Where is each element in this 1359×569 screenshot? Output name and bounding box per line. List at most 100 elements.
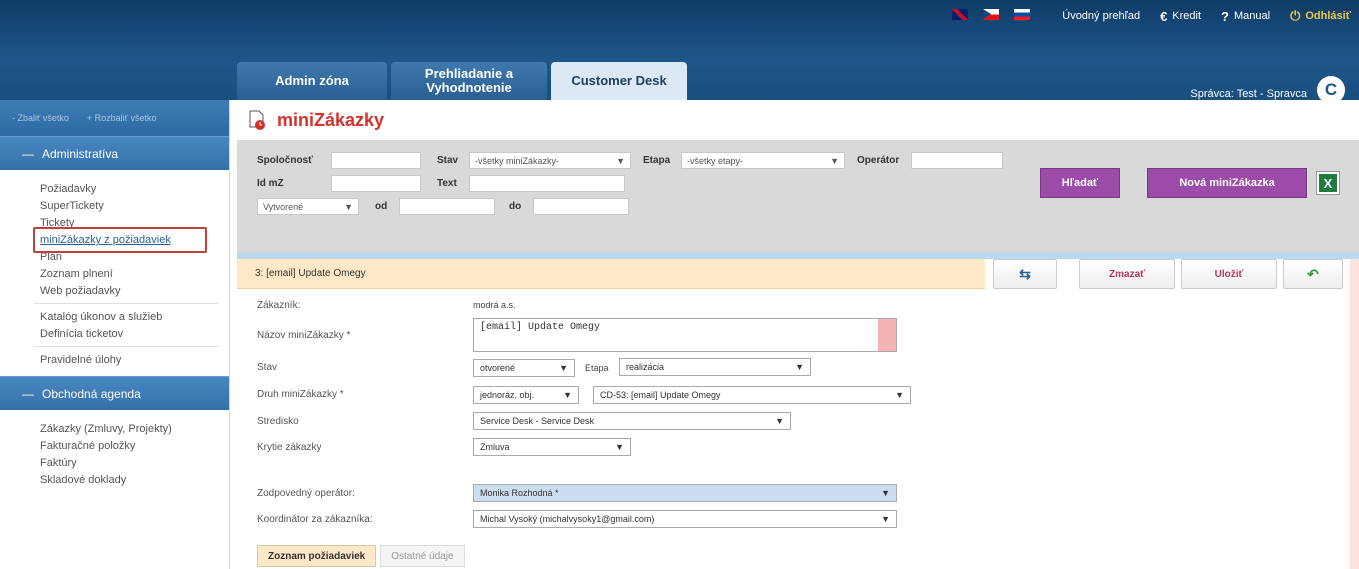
manual-link[interactable]: ? Manual	[1221, 9, 1270, 24]
sidebar-item-katalog[interactable]: Katalóg úkonov a služieb	[0, 308, 229, 325]
user-info: Správca: Test - Spravca	[1190, 88, 1307, 100]
logout-link[interactable]: ⏻ Odhlásiť	[1290, 8, 1351, 24]
coordinator-value: Michal Vysoký (michalvysoky1@gmail.com)	[480, 514, 655, 524]
back-arrow-icon: ↶	[1307, 265, 1319, 282]
manual-label: Manual	[1234, 10, 1271, 22]
scrollbar[interactable]	[1350, 259, 1359, 569]
save-button[interactable]: Uložiť	[1181, 259, 1277, 289]
type-value: jednoráz. obj.	[480, 390, 535, 400]
chevron-down-icon: ▼	[615, 442, 624, 452]
section-obchodna-agenda[interactable]: — Obchodná agenda	[0, 376, 229, 410]
type-select[interactable]: jednoráz. obj. ▼	[473, 386, 579, 404]
status-select[interactable]: otvorené ▼	[473, 359, 575, 377]
sidebar-item-faktury[interactable]: Faktúry	[0, 454, 229, 471]
date-type-select[interactable]: Vytvorené ▼	[257, 198, 359, 215]
to-label: do	[509, 201, 522, 212]
tab-customer-desk[interactable]: Customer Desk	[551, 62, 687, 100]
top-header: Úvodný prehľad € Kredit ? Manual ⏻ Odhlásiť…	[0, 0, 1359, 104]
record-title: 3: [email] Update Omegy	[255, 268, 366, 279]
search-button[interactable]: Hľadať	[1040, 168, 1120, 198]
operator-label: Zodpovedný operátor:	[257, 488, 355, 499]
splitter[interactable]	[237, 252, 1359, 259]
required-marker	[878, 319, 896, 351]
center-label: Stredisko	[257, 416, 299, 427]
center-select[interactable]: Service Desk - Service Desk ▼	[473, 412, 791, 430]
euro-icon: €	[1160, 8, 1168, 24]
sidebar-item-supertickety[interactable]: SuperTickety	[0, 197, 229, 214]
collapse-all-link[interactable]: - Zbaliť všetko	[12, 113, 69, 123]
stage-label: Etapa	[643, 155, 671, 166]
type-label: Druh miniZákazky *	[257, 389, 344, 400]
delete-button[interactable]: Zmazať	[1079, 259, 1175, 289]
divider	[34, 303, 219, 304]
sidebar-item-zoznam-plneni[interactable]: Zoznam plnení	[0, 265, 229, 282]
stage-select[interactable]: -všetky etapy- ▼	[681, 152, 845, 169]
sidebar-toolbar: - Zbaliť všetko + Rozbaliť všetko	[0, 100, 229, 136]
flag-en-icon[interactable]	[952, 9, 969, 20]
section-title: Obchodná agenda	[42, 386, 141, 401]
sidebar: - Zbaliť všetko + Rozbaliť všetko — Admin…	[0, 100, 230, 569]
new-minizakazka-button[interactable]: Nová miniZákazka	[1147, 168, 1307, 198]
page-header: miniZákazky	[237, 100, 1359, 140]
operator-value: Monika Rozhodná *	[480, 488, 559, 498]
id-label: Id mZ	[257, 178, 284, 189]
stage-select[interactable]: realizácia ▼	[619, 358, 811, 376]
credit-link[interactable]: € Kredit	[1160, 9, 1201, 24]
sidebar-item-minizakazky[interactable]: miniZákazky z požiadaviek	[0, 227, 229, 253]
to-date-input[interactable]	[533, 198, 629, 215]
overview-link[interactable]: Úvodný prehľad	[1062, 10, 1140, 22]
excel-export-icon[interactable]: X	[1317, 172, 1339, 194]
tab-admin[interactable]: Admin zóna	[237, 62, 387, 100]
sidebar-item-pravidelne-ulohy[interactable]: Pravidelné úlohy	[0, 351, 229, 368]
refresh-button[interactable]: ⇆	[993, 259, 1057, 289]
filter-row-2: Id mZ Text	[257, 175, 625, 192]
text-input[interactable]	[469, 175, 625, 192]
status-label: Stav	[437, 155, 459, 166]
status-select[interactable]: -všetky miniZákazky- ▼	[469, 152, 631, 169]
flag-sk-icon[interactable]	[1014, 9, 1031, 20]
expand-all-link[interactable]: + Rozbaliť všetko	[87, 113, 157, 123]
main-content: miniZákazky Spoločnosť Stav -všetky mini…	[237, 100, 1359, 569]
chevron-down-icon: ▼	[795, 362, 804, 372]
tab-reports[interactable]: Prehliadanie a Vyhodnotenie	[391, 62, 547, 100]
sidebar-item-fakturacne-polozky[interactable]: Fakturačné položky	[0, 437, 229, 454]
tab-zoznam-poziadaviek[interactable]: Zoznam požiadaviek	[257, 545, 377, 567]
coverage-label: Krytie zákazky	[257, 442, 322, 453]
record-tabs: Zoznam požiadaviek Ostatné údaje	[257, 545, 465, 567]
sidebar-item-zakazky[interactable]: Zákazky (Zmluvy, Projekty)	[0, 420, 229, 437]
chevron-down-icon: ▼	[563, 390, 572, 400]
status-label: Stav	[257, 362, 278, 373]
question-icon: ?	[1221, 8, 1229, 24]
center-value: Service Desk - Service Desk	[480, 416, 595, 426]
sidebar-item-skladove-doklady[interactable]: Skladové doklady	[0, 471, 229, 488]
filter-panel: Spoločnosť Stav -všetky miniZákazky- ▼ Et…	[237, 140, 1359, 252]
operator-select[interactable]: Monika Rozhodná * ▼	[473, 484, 897, 502]
sidebar-item-definicia-ticketov[interactable]: Definícia ticketov	[0, 325, 229, 342]
company-input[interactable]	[331, 152, 421, 169]
chevron-down-icon: ▼	[881, 514, 890, 524]
type-ref-select[interactable]: CD-53: [email] Update Omegy ▼	[593, 386, 911, 404]
chevron-down-icon: ▼	[616, 155, 625, 166]
chevron-down-icon: ▼	[830, 155, 839, 166]
divider	[34, 346, 219, 347]
obchodna-agenda-items: Zákazky (Zmluvy, Projekty) Fakturačné po…	[0, 410, 229, 496]
back-button[interactable]: ↶	[1283, 259, 1343, 289]
page-title: miniZákazky	[277, 109, 385, 130]
coverage-select[interactable]: Zmluva ▼	[473, 438, 631, 456]
operator-label: Operátor	[857, 155, 900, 166]
sidebar-item-poziadavky[interactable]: Požiadavky	[0, 180, 229, 197]
name-textarea[interactable]: [email] Update Omegy	[473, 318, 897, 352]
from-date-input[interactable]	[399, 198, 495, 215]
chevron-down-icon: ▼	[775, 416, 784, 426]
sidebar-item-web-poziadavky[interactable]: Web požiadavky	[0, 282, 229, 299]
operator-input[interactable]	[911, 152, 1003, 169]
power-icon: ⏻	[1290, 8, 1301, 23]
tab-ostatne-udaje[interactable]: Ostatné údaje	[380, 545, 465, 567]
coordinator-select[interactable]: Michal Vysoký (michalvysoky1@gmail.com) ▼	[473, 510, 897, 528]
section-administrativa[interactable]: — Administratíva	[0, 136, 229, 170]
flag-cz-icon[interactable]	[983, 9, 1000, 20]
id-input[interactable]	[331, 175, 421, 192]
stage-label: Etapa	[585, 363, 609, 373]
administrativa-items: Požiadavky SuperTickety Tickety miniZáka…	[0, 170, 229, 376]
document-clock-icon	[249, 110, 265, 130]
